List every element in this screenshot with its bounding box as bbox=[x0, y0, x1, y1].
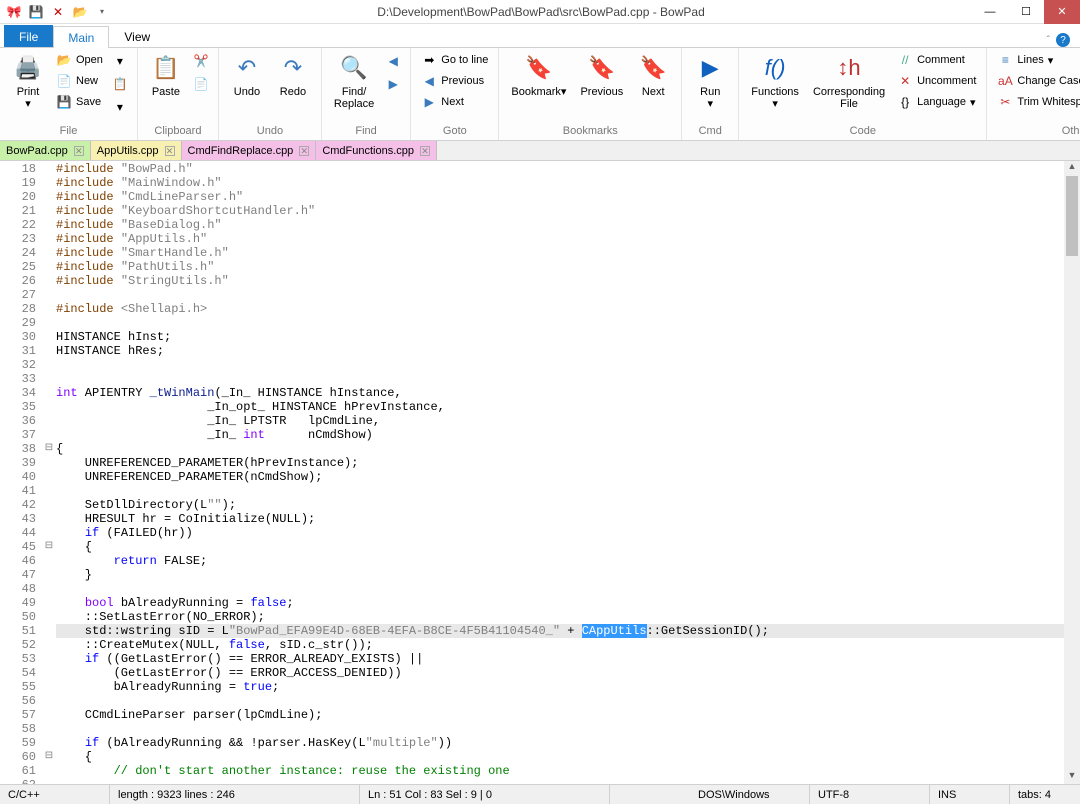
minimize-button[interactable]: — bbox=[972, 0, 1008, 24]
fold-column[interactable]: ⊟⊟⊟ bbox=[42, 161, 56, 784]
comment-button[interactable]: //Comment bbox=[893, 50, 980, 70]
line-gutter: 1819202122232425262728293031323334353637… bbox=[0, 161, 42, 784]
tab-main[interactable]: Main bbox=[53, 26, 109, 48]
bookmark-button[interactable]: 🔖Bookmark▾ bbox=[505, 50, 572, 100]
corrfile-icon: ↕h bbox=[833, 52, 865, 84]
scroll-up-icon[interactable]: ▲ bbox=[1064, 161, 1080, 175]
tab-close-icon[interactable]: ✕ bbox=[299, 146, 309, 156]
run-button[interactable]: ▶Run▾ bbox=[688, 50, 732, 112]
maximize-button[interactable]: ☐ bbox=[1008, 0, 1044, 24]
status-position: Ln : 51 Col : 83 Sel : 9 | 0 bbox=[360, 785, 610, 804]
find-icon: 🔍 bbox=[338, 52, 370, 84]
status-length: length : 9323 lines : 246 bbox=[110, 785, 360, 804]
save-icon: 💾 bbox=[56, 94, 72, 110]
qat-dropdown-icon[interactable]: ▾ bbox=[94, 4, 110, 20]
goto-next-button[interactable]: ▶Next bbox=[417, 92, 492, 112]
comment-icon: // bbox=[897, 52, 913, 68]
status-eol[interactable]: DOS\Windows bbox=[690, 785, 810, 804]
functions-icon: f() bbox=[759, 52, 791, 84]
file-tab[interactable]: CmdFindReplace.cpp✕ bbox=[182, 141, 317, 160]
help-icon[interactable]: ? bbox=[1056, 33, 1070, 47]
gotoline-button[interactable]: ➡Go to line bbox=[417, 50, 492, 70]
run-icon: ▶ bbox=[694, 52, 726, 84]
paste-button[interactable]: 📋Paste bbox=[144, 50, 188, 100]
app-icon: 🎀 bbox=[6, 4, 22, 20]
bookmark-next-button[interactable]: 🔖Next bbox=[631, 50, 675, 100]
titlebar: 🎀 💾 ✕ 📂 ▾ D:\Development\BowPad\BowPad\s… bbox=[0, 0, 1080, 24]
language-button[interactable]: {}Language ▾ bbox=[893, 92, 980, 112]
tab-close-icon[interactable]: ✕ bbox=[74, 146, 84, 156]
file-tab[interactable]: BowPad.cpp✕ bbox=[0, 141, 91, 160]
print-icon: 🖨️ bbox=[12, 52, 44, 84]
tab-file[interactable]: File bbox=[4, 25, 53, 47]
find-prev-icon[interactable]: ◀ bbox=[382, 50, 404, 72]
tab-view[interactable]: View bbox=[109, 25, 165, 47]
uncomment-icon: ✕ bbox=[897, 73, 913, 89]
vertical-scrollbar[interactable]: ▲ ▼ bbox=[1064, 161, 1080, 784]
bookmark-next-icon: 🔖 bbox=[637, 52, 669, 84]
language-icon: {} bbox=[897, 94, 913, 110]
cut-icon[interactable]: ✂️ bbox=[190, 50, 212, 72]
paste-icon: 📋 bbox=[150, 52, 182, 84]
save-button[interactable]: 💾Save bbox=[52, 92, 107, 112]
scroll-thumb[interactable] bbox=[1066, 176, 1078, 256]
status-language[interactable]: C/C++ bbox=[0, 785, 110, 804]
editor[interactable]: 1819202122232425262728293031323334353637… bbox=[0, 161, 1080, 784]
tab-close-icon[interactable]: ✕ bbox=[420, 146, 430, 156]
save-dropdown-icon[interactable]: ▾ bbox=[109, 96, 131, 118]
window-title: D:\Development\BowPad\BowPad\src\BowPad.… bbox=[110, 5, 972, 19]
undo-icon: ↶ bbox=[231, 52, 263, 84]
print-button[interactable]: 🖨️ Print▾ bbox=[6, 50, 50, 112]
status-tabs[interactable]: tabs: 4 bbox=[1010, 785, 1080, 804]
status-encoding[interactable]: UTF-8 bbox=[810, 785, 930, 804]
redo-button[interactable]: ↷Redo bbox=[271, 50, 315, 100]
bookmark-prev-icon: 🔖 bbox=[586, 52, 618, 84]
uncomment-button[interactable]: ✕Uncomment bbox=[893, 71, 980, 91]
code-area[interactable]: #include "BowPad.h"#include "MainWindow.… bbox=[56, 161, 1080, 784]
lines-icon: ≡ bbox=[997, 52, 1013, 68]
ribbon: 🖨️ Print▾ 📂Open 📄New 💾Save ▾ 📋 ▾ File 📋P… bbox=[0, 48, 1080, 141]
tab-close-icon[interactable]: ✕ bbox=[165, 146, 175, 156]
find-button[interactable]: 🔍Find/ Replace bbox=[328, 50, 380, 112]
lines-button[interactable]: ≡Lines ▾ bbox=[993, 50, 1080, 70]
goto-prev-button[interactable]: ◀Previous bbox=[417, 71, 492, 91]
trimws-button[interactable]: ✂Trim Whitespaces bbox=[993, 92, 1080, 112]
statusbar: C/C++ length : 9323 lines : 246 Ln : 51 … bbox=[0, 784, 1080, 804]
status-insert[interactable]: INS bbox=[930, 785, 1010, 804]
new-icon: 📄 bbox=[56, 73, 72, 89]
new-extra-icon[interactable]: 📋 bbox=[109, 73, 131, 95]
changecase-button[interactable]: aAChange Case ▾ bbox=[993, 71, 1080, 91]
copy-icon[interactable]: 📄 bbox=[190, 73, 212, 95]
file-tabs: BowPad.cpp✕AppUtils.cpp✕CmdFindReplace.c… bbox=[0, 141, 1080, 161]
next-icon: ▶ bbox=[421, 94, 437, 110]
bookmark-icon: 🔖 bbox=[523, 52, 555, 84]
bookmark-prev-button[interactable]: 🔖Previous bbox=[574, 50, 629, 100]
ribbon-tabs: File Main View ˆ ? bbox=[0, 24, 1080, 48]
new-button[interactable]: 📄New bbox=[52, 71, 107, 91]
open-icon: 📂 bbox=[56, 52, 72, 68]
close-button[interactable]: ✕ bbox=[1044, 0, 1080, 24]
goto-icon: ➡ bbox=[421, 52, 437, 68]
scroll-down-icon[interactable]: ▼ bbox=[1064, 770, 1080, 784]
ribbon-collapse-icon[interactable]: ˆ bbox=[1047, 35, 1050, 46]
file-tab[interactable]: CmdFunctions.cpp✕ bbox=[316, 141, 437, 160]
trim-icon: ✂ bbox=[997, 94, 1013, 110]
open-button[interactable]: 📂Open bbox=[52, 50, 107, 70]
qat-save-icon[interactable]: 💾 bbox=[28, 4, 44, 20]
qat-open-icon[interactable]: 📂 bbox=[72, 4, 88, 20]
undo-button[interactable]: ↶Undo bbox=[225, 50, 269, 100]
open-dropdown-icon[interactable]: ▾ bbox=[109, 50, 131, 72]
case-icon: aA bbox=[997, 73, 1013, 89]
find-next-icon[interactable]: ▶ bbox=[382, 73, 404, 95]
functions-button[interactable]: f()Functions▾ bbox=[745, 50, 805, 112]
file-tab[interactable]: AppUtils.cpp✕ bbox=[91, 141, 182, 160]
prev-icon: ◀ bbox=[421, 73, 437, 89]
redo-icon: ↷ bbox=[277, 52, 309, 84]
qat-close-icon[interactable]: ✕ bbox=[50, 4, 66, 20]
corresponding-file-button[interactable]: ↕hCorresponding File bbox=[807, 50, 891, 112]
